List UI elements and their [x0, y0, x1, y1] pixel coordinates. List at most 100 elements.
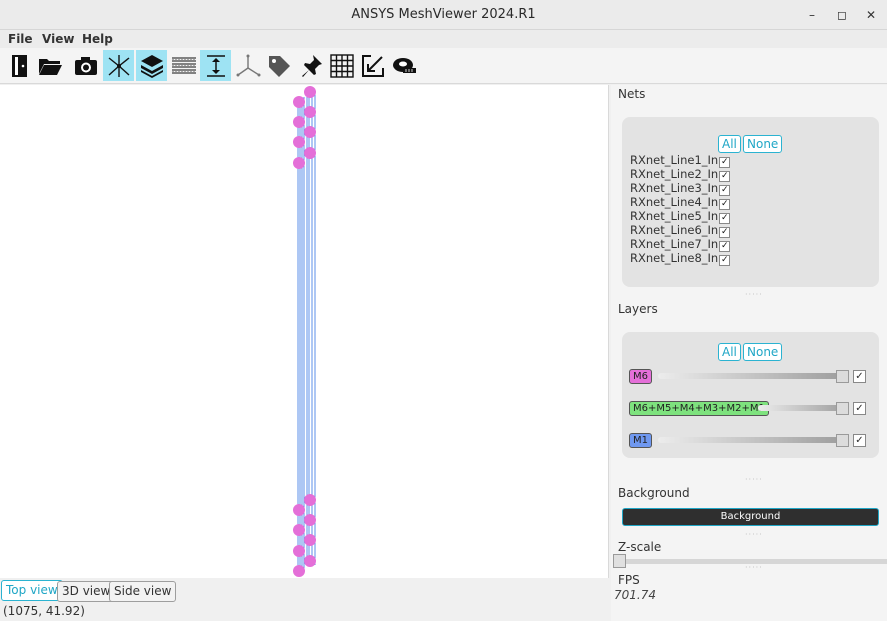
tab-side-view[interactable]: Side view: [109, 581, 177, 602]
slider-thumb[interactable]: [836, 434, 849, 447]
net-item[interactable]: RXnet_Line1_In ✓: [630, 153, 731, 168]
port-node[interactable]: [293, 524, 305, 536]
cursor-coordinates: (1075, 41.92): [3, 604, 85, 618]
net-name: RXnet_Line3_In: [630, 181, 719, 195]
export-icon: [361, 54, 384, 77]
open-button[interactable]: [34, 50, 65, 81]
exit-button[interactable]: [4, 50, 35, 81]
layer-checkbox[interactable]: ✓: [853, 402, 866, 415]
port-node[interactable]: [293, 545, 305, 557]
layer-badge-m6-m1: M6+M5+M4+M3+M2+M1: [629, 401, 769, 416]
close-button[interactable]: ✕: [862, 6, 880, 24]
menu-file[interactable]: File: [8, 32, 33, 46]
menu-bar: File View Help: [0, 30, 887, 48]
tab-top-view[interactable]: Top view: [1, 580, 63, 601]
layers-none-button[interactable]: None: [743, 343, 783, 361]
hatch-button[interactable]: [168, 50, 199, 81]
splitter-handle[interactable]: ·····: [745, 290, 763, 299]
net-checkbox[interactable]: ✓: [719, 255, 731, 266]
nets-box: All None RXnet_Line1_In ✓ RXnet_Line2_In ✓…: [622, 117, 879, 287]
mesh-canvas[interactable]: [0, 85, 609, 578]
layers-label: Layers: [618, 302, 658, 316]
nets-label: Nets: [618, 87, 646, 101]
mesh-viewport[interactable]: [0, 85, 609, 578]
net-name: RXnet_Line4_In: [630, 195, 719, 209]
layer-checkbox[interactable]: ✓: [853, 434, 866, 447]
side-panel: Nets All None RXnet_Line1_In ✓ RXnet_Line…: [611, 85, 887, 621]
menu-help[interactable]: Help: [82, 32, 113, 46]
port-node[interactable]: [293, 116, 305, 128]
port-node[interactable]: [293, 565, 305, 577]
fps-value: 701.74: [614, 588, 656, 602]
axes-button[interactable]: [232, 50, 263, 81]
vertical-dimension-icon: [206, 54, 225, 77]
net-name: RXnet_Line6_In: [630, 223, 719, 237]
tab-3d-view[interactable]: 3D view: [57, 581, 116, 602]
port-node[interactable]: [304, 494, 316, 506]
pin-button[interactable]: [295, 50, 326, 81]
port-node[interactable]: [293, 96, 305, 108]
screenshot-button[interactable]: [70, 50, 101, 81]
net-item[interactable]: RXnet_Line8_In ✓: [630, 251, 731, 266]
port-node[interactable]: [304, 147, 316, 159]
port-node[interactable]: [304, 126, 316, 138]
nets-none-button[interactable]: None: [743, 135, 783, 153]
layers-button[interactable]: [136, 50, 167, 81]
layer-badge-m1: M1: [629, 433, 652, 448]
toolbar: [0, 48, 887, 84]
title-bar: ANSYS MeshViewer 2024.R1 – ◻ ✕: [0, 0, 887, 30]
label-button[interactable]: [263, 50, 294, 81]
port-node[interactable]: [304, 106, 316, 118]
net-item[interactable]: RXnet_Line2_In ✓: [630, 167, 731, 182]
layer-badge-m6: M6: [629, 369, 652, 384]
port-node[interactable]: [293, 136, 305, 148]
net-item[interactable]: RXnet_Line3_In ✓: [630, 181, 731, 196]
layers-icon: [140, 54, 163, 78]
mesh-nodes-button[interactable]: [103, 50, 134, 81]
maximize-button[interactable]: ◻: [833, 6, 851, 24]
mesh-nodes-icon: [108, 54, 129, 77]
net-item[interactable]: RXnet_Line4_In ✓: [630, 195, 731, 210]
port-node[interactable]: [293, 504, 305, 516]
measure-button[interactable]: [388, 50, 419, 81]
layer-checkbox[interactable]: ✓: [853, 370, 866, 383]
measure-tape-icon: [392, 57, 416, 73]
zscale-thumb[interactable]: [613, 554, 626, 568]
axes-icon: [236, 54, 260, 76]
grid-button[interactable]: [326, 50, 357, 81]
net-item[interactable]: RXnet_Line7_In ✓: [630, 237, 731, 252]
minimize-button[interactable]: –: [803, 6, 821, 24]
menu-view[interactable]: View: [42, 32, 74, 46]
layer-opacity-slider[interactable]: [658, 437, 849, 443]
slider-thumb[interactable]: [836, 370, 849, 383]
fps-label: FPS: [618, 573, 640, 587]
layers-box: All None M6 ✓ M6+M5+M4+M3+M2+M1 ✓ M1 ✓: [622, 332, 879, 458]
port-node[interactable]: [304, 555, 316, 567]
vertical-dimension-button[interactable]: [200, 50, 231, 81]
splitter-handle[interactable]: ·····: [745, 475, 763, 484]
net-item[interactable]: RXnet_Line5_In ✓: [630, 209, 731, 224]
nets-all-button[interactable]: All: [718, 135, 741, 153]
net-name: RXnet_Line8_In: [630, 251, 719, 265]
export-button[interactable]: [357, 50, 388, 81]
layer-opacity-slider[interactable]: [658, 373, 849, 379]
grid-icon: [329, 53, 354, 78]
exit-door-icon: [11, 54, 27, 77]
slider-thumb[interactable]: [836, 402, 849, 415]
background-color-button[interactable]: Background: [622, 508, 879, 526]
pin-icon: [301, 54, 322, 77]
layers-all-button[interactable]: All: [718, 343, 741, 361]
port-node[interactable]: [293, 157, 305, 169]
net-name: RXnet_Line7_In: [630, 237, 719, 251]
open-folder-icon: [38, 58, 62, 75]
port-node[interactable]: [304, 86, 316, 98]
splitter-handle[interactable]: ·····: [745, 530, 763, 539]
port-node[interactable]: [304, 514, 316, 526]
splitter-handle[interactable]: ·····: [745, 563, 763, 572]
net-item[interactable]: RXnet_Line6_In ✓: [630, 223, 731, 238]
background-label: Background: [618, 486, 690, 500]
port-node[interactable]: [304, 534, 316, 546]
net-name: RXnet_Line5_In: [630, 209, 719, 223]
net-name: RXnet_Line2_In: [630, 167, 719, 181]
zscale-label: Z-scale: [618, 540, 662, 554]
